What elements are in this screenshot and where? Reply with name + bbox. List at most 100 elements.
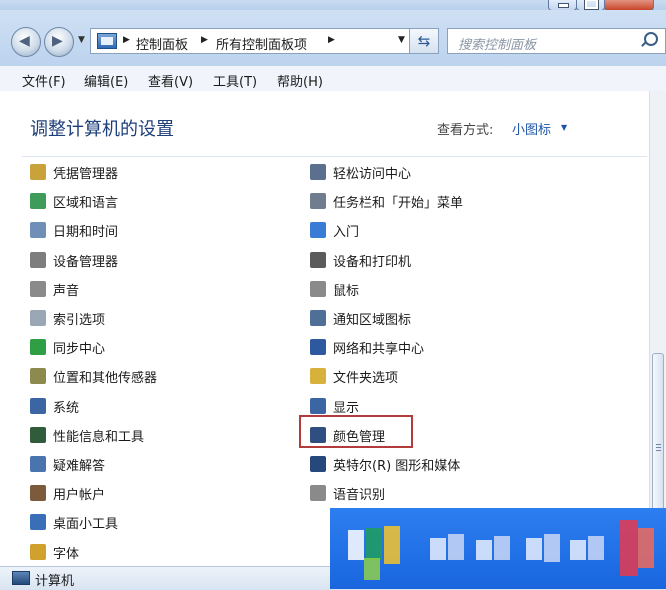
content-pane: 调整计算机的设置 查看方式: 小图标 ▼ 凭据管理器区域和语言日期和时间设备管理… <box>0 91 666 566</box>
control-panel-item-label: 同步中心 <box>53 342 106 358</box>
control-panel-item-label: 显示 <box>333 400 360 416</box>
notification-icon <box>310 310 326 326</box>
pixel-block <box>364 558 380 580</box>
font-icon <box>30 543 46 560</box>
device-manager-icon <box>30 251 46 268</box>
pixel-block <box>348 530 364 560</box>
performance-icon <box>30 426 46 443</box>
pixel-block <box>430 538 446 560</box>
pixel-block <box>476 540 492 560</box>
pixel-block <box>494 536 510 560</box>
control-panel-item-label: 桌面小工具 <box>53 517 119 533</box>
breadcrumb-control-panel[interactable]: 控制面板 <box>136 34 188 53</box>
control-panel-item-label: 系统 <box>53 400 80 416</box>
control-panel-item-label: 用户帐户 <box>53 488 106 504</box>
pixel-block <box>638 528 654 568</box>
address-bar[interactable]: ▶ 控制面板 ▶ 所有控制面板项 ▶ ▼ <box>90 28 438 54</box>
taskbar-icon <box>310 193 326 210</box>
refresh-icon: ⇆ <box>417 32 431 50</box>
breadcrumb-all-items[interactable]: 所有控制面板项 <box>216 34 307 53</box>
folder-icon <box>310 368 326 385</box>
forward-arrow-icon: ▶ <box>52 33 63 49</box>
back-arrow-icon: ◀ <box>19 33 30 49</box>
control-panel-item-label: 任务栏和「开始」菜单 <box>333 196 464 212</box>
pixel-block <box>384 526 400 564</box>
intel-graphics-icon <box>310 456 326 472</box>
display-icon <box>310 397 326 414</box>
pixel-block <box>526 538 542 560</box>
control-panel-item-label: 通知区域图标 <box>333 313 412 328</box>
control-panel-item-label: 网络和共享中心 <box>333 342 425 358</box>
menu-file[interactable]: 文件(F) <box>22 71 66 90</box>
search-placeholder: 搜索控制面板 <box>458 38 537 53</box>
credential-icon <box>30 164 46 180</box>
globe-icon <box>30 193 46 210</box>
system-icon <box>30 397 46 414</box>
breadcrumb-separator-icon[interactable]: ▶ <box>201 35 208 45</box>
status-text: 计算机 <box>35 574 75 589</box>
refresh-button[interactable]: ⇆ <box>409 28 439 54</box>
microphone-icon <box>310 485 326 502</box>
pixel-block <box>448 534 464 560</box>
breadcrumb-separator-icon[interactable]: ▶ <box>328 35 335 45</box>
divider <box>22 156 647 157</box>
control-panel-item-label: 凭据管理器 <box>53 167 119 182</box>
control-panel-item-label: 鼠标 <box>333 283 360 299</box>
breadcrumb-separator-icon[interactable]: ▶ <box>123 35 130 45</box>
users-icon <box>30 485 46 502</box>
control-panel-item-label: 索引选项 <box>53 313 106 328</box>
control-panel-icon <box>97 33 117 49</box>
control-panel-item-label: 字体 <box>53 546 80 562</box>
pixel-block <box>588 536 604 560</box>
control-panel-item-label: 入门 <box>333 225 360 241</box>
sync-icon <box>30 339 46 356</box>
menu-help[interactable]: 帮助(H) <box>277 71 323 90</box>
address-dropdown-icon[interactable]: ▼ <box>398 35 405 45</box>
title-bar <box>0 0 666 11</box>
control-panel-item-label: 文件夹选项 <box>333 371 399 387</box>
page-title: 调整计算机的设置 <box>30 119 174 140</box>
view-by-dropdown[interactable]: 小图标 <box>512 119 551 138</box>
pixelated-overlay <box>330 508 666 589</box>
menu-edit[interactable]: 编辑(E) <box>84 71 128 90</box>
control-panel-item-label: 区域和语言 <box>53 196 119 212</box>
history-dropdown-icon[interactable]: ▼ <box>78 35 85 45</box>
index-icon <box>30 310 46 326</box>
network-icon <box>310 339 326 356</box>
control-panel-item-label: 语音识别 <box>333 488 386 504</box>
highlight-box <box>299 415 413 448</box>
control-panel-item-label: 设备管理器 <box>53 254 119 270</box>
pixel-block <box>570 540 586 560</box>
view-by-label: 查看方式: <box>437 123 494 138</box>
getting-started-icon <box>310 222 326 239</box>
menu-bar: 文件(F) 编辑(E) 查看(V) 工具(T) 帮助(H) <box>0 66 666 92</box>
control-panel-item-label: 声音 <box>53 283 80 299</box>
speaker-icon <box>30 280 46 297</box>
pixel-block <box>620 520 638 576</box>
ease-of-access-icon <box>310 164 326 180</box>
clock-icon <box>30 222 46 239</box>
troubleshoot-icon <box>30 456 46 472</box>
control-panel-item-label: 日期和时间 <box>53 225 119 241</box>
search-icon[interactable] <box>644 32 658 46</box>
control-panel-item-label: 轻松访问中心 <box>333 167 412 182</box>
mouse-icon <box>310 280 326 297</box>
control-panel-item-label: 性能信息和工具 <box>53 429 145 445</box>
sensor-icon <box>30 368 46 385</box>
menu-view[interactable]: 查看(V) <box>148 71 193 90</box>
gadget-icon <box>30 514 46 531</box>
chevron-down-icon[interactable]: ▼ <box>561 123 567 132</box>
search-box[interactable]: 搜索控制面板 <box>447 28 666 54</box>
vertical-scrollbar[interactable] <box>649 91 666 566</box>
control-panel-item-label: 英特尔(R) 图形和媒体 <box>333 459 461 474</box>
pixel-block <box>544 534 560 562</box>
printer-icon <box>310 251 326 268</box>
forward-button[interactable]: ▶ <box>44 27 74 57</box>
navigation-bar: ◀ ▶ ▼ ▶ 控制面板 ▶ 所有控制面板项 ▶ ▼ ⇆ 搜索控制面板 <box>0 10 666 66</box>
control-panel-item-label: 位置和其他传感器 <box>53 371 158 387</box>
menu-tools[interactable]: 工具(T) <box>213 71 257 90</box>
pixel-block <box>366 528 382 560</box>
control-panel-item-label: 设备和打印机 <box>333 254 412 270</box>
computer-icon <box>12 571 30 585</box>
back-button[interactable]: ◀ <box>11 27 41 57</box>
